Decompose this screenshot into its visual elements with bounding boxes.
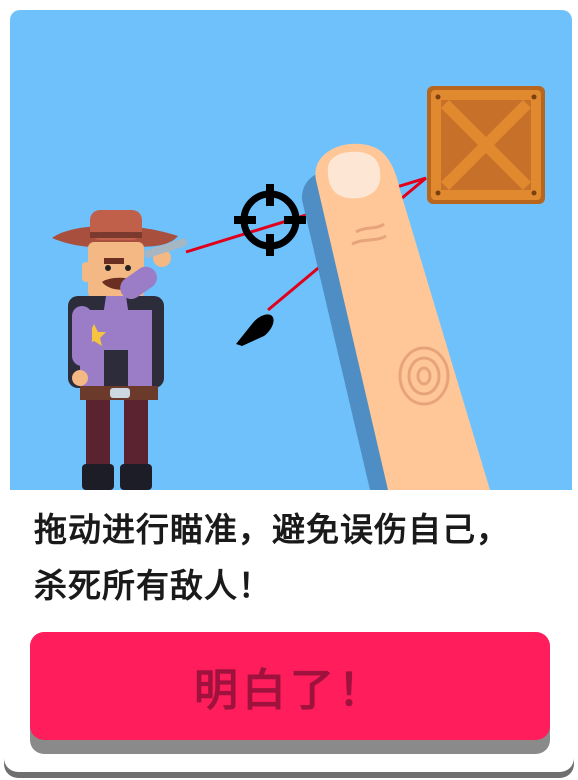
instruction-line-1: 拖动进行瞄准，避免误伤自己， [34,510,510,549]
crate-icon [427,86,545,204]
got-it-button-label: 明白了！ [194,665,386,716]
bullet-icon [236,314,274,346]
got-it-button[interactable]: 明白了！ [30,632,550,740]
cowboy-character [52,210,188,490]
tutorial-instruction: 拖动进行瞄准，避免误伤自己， 杀死所有敌人！ [34,502,564,614]
tutorial-illustration [10,10,572,490]
instruction-line-2: 杀死所有敌人！ [34,566,272,605]
tutorial-card: 拖动进行瞄准，避免误伤自己， 杀死所有敌人！ 明白了！ [0,0,578,780]
crosshair-icon [234,184,306,256]
